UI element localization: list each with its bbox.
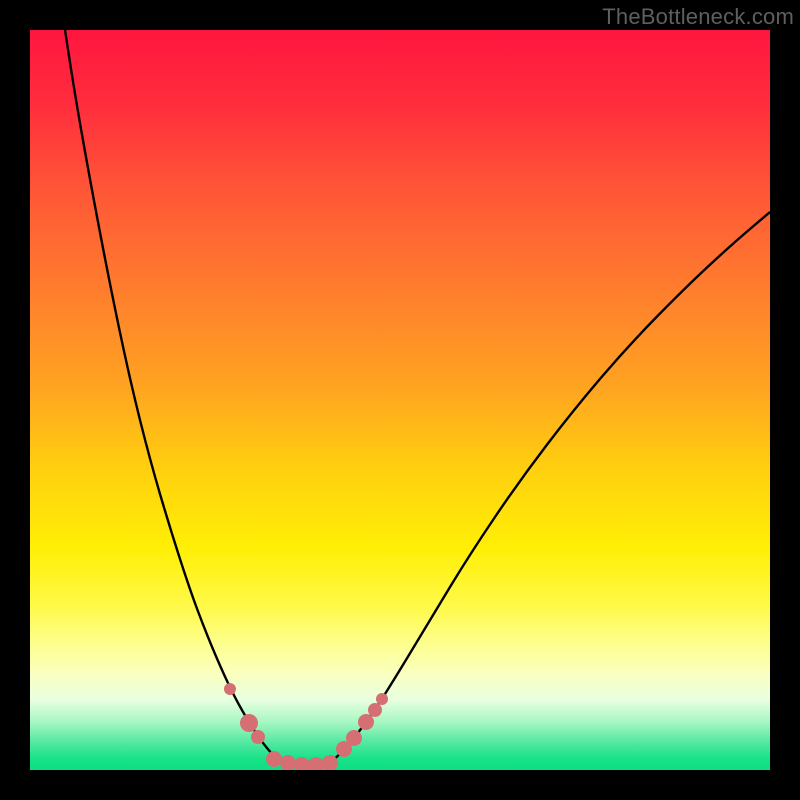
plot-area — [30, 30, 770, 770]
chart-frame: TheBottleneck.com — [0, 0, 800, 800]
curve-right-curve — [330, 212, 770, 763]
marker-right-dot-4 — [368, 703, 382, 717]
watermark-text: TheBottleneck.com — [602, 4, 794, 30]
marker-right-dot-5 — [376, 693, 388, 705]
marker-bottom-1 — [266, 751, 282, 767]
marker-right-dot-3 — [358, 714, 374, 730]
marker-left-dot-3 — [251, 730, 265, 744]
marker-left-dot-1 — [224, 683, 236, 695]
marker-bottom-2 — [280, 755, 296, 770]
marker-bottom-3 — [294, 757, 310, 770]
marker-left-dot-2 — [240, 714, 258, 732]
marker-bottom-4 — [308, 757, 324, 770]
curve-left-curve — [65, 30, 280, 763]
marker-right-dot-2 — [346, 730, 362, 746]
curve-layer — [30, 30, 770, 770]
